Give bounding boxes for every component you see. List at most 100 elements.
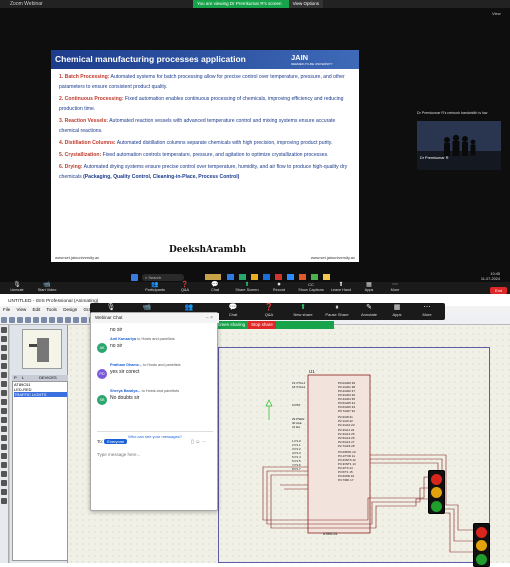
tool-icon[interactable] (57, 317, 63, 323)
presenter-video[interactable] (417, 121, 501, 170)
traffic-light-2[interactable] (473, 523, 490, 567)
webinar-chat-panel: Webinar Chat – × no sir Anil Kanzariya t… (90, 312, 219, 511)
view-options-button[interactable]: View Options (288, 0, 323, 8)
graph-tool-icon[interactable] (1, 408, 7, 414)
bus-tool-icon[interactable] (1, 372, 7, 378)
generator-tool-icon[interactable] (1, 426, 7, 432)
amber-lamp (431, 487, 442, 498)
search-label: Search (148, 275, 162, 280)
symbol-tool-icon[interactable] (1, 498, 7, 504)
tool-icon[interactable] (81, 317, 87, 323)
tool-icon[interactable] (25, 317, 31, 323)
chat-button[interactable]: 💬 Chat (200, 282, 230, 292)
probe-tool-icon[interactable] (1, 435, 7, 441)
menu-edit[interactable]: Edit (32, 307, 40, 312)
new-share-button[interactable]: ⬆ New share (286, 303, 320, 317)
app-icon[interactable] (239, 274, 246, 280)
traffic-light-preview (29, 338, 49, 362)
chat-message-input[interactable] (95, 448, 213, 460)
more-icon[interactable]: ⋯ (202, 439, 207, 445)
slide-item: 3. Reaction Vessels: Automated reaction … (59, 118, 336, 135)
junction-tool-icon[interactable] (1, 345, 7, 351)
tool-icon[interactable] (9, 317, 15, 323)
app-icon[interactable] (323, 274, 330, 280)
close-icon[interactable]: × (210, 315, 213, 321)
arc-tool-icon[interactable] (1, 480, 7, 486)
text-tool-icon[interactable] (1, 363, 7, 369)
app-icon[interactable] (287, 274, 294, 280)
terminal-tool-icon[interactable] (1, 390, 7, 396)
tool-icon[interactable] (17, 317, 23, 323)
leave-hand-button[interactable]: ⬆ Leave Hand (326, 282, 356, 292)
pin-tool-icon[interactable] (1, 399, 7, 405)
app-icon[interactable] (263, 274, 270, 280)
left-tool-strip (0, 325, 9, 563)
app-icon[interactable] (205, 274, 221, 280)
message-text: No doubts sir (110, 395, 140, 401)
chat-icon: 💬 (228, 304, 238, 311)
meeting-toolbar: 🎙 Unmute 📹 Start Video 👥 Participants ❓ Q&A … (0, 282, 510, 294)
box-tool-icon[interactable] (1, 462, 7, 468)
pick-devices-button[interactable]: P (14, 375, 17, 380)
stop-share-button[interactable]: Stop share (248, 321, 276, 329)
tool-icon[interactable] (65, 317, 71, 323)
tool-icon[interactable] (41, 317, 47, 323)
label-tool-icon[interactable] (1, 354, 7, 360)
menu-view[interactable]: View (17, 307, 27, 312)
line-tool-icon[interactable] (1, 453, 7, 459)
tool-icon[interactable] (33, 317, 39, 323)
minimize-icon[interactable]: – (206, 315, 209, 321)
end-button[interactable]: End (490, 287, 507, 294)
qa-button[interactable]: ❓ Q&A (252, 303, 286, 317)
tool-icon[interactable] (1, 317, 7, 323)
taskbar-search[interactable]: ⌕ Search (142, 274, 184, 281)
app-icon[interactable] (311, 274, 318, 280)
app-icon[interactable] (299, 274, 306, 280)
windows-start-icon[interactable] (131, 274, 138, 281)
clock[interactable]: 10:45 11-07-2024 (470, 272, 500, 281)
library-button[interactable]: L (22, 375, 24, 380)
start-video-button[interactable]: 📹Start Video (32, 282, 62, 292)
everyone-dropdown[interactable]: Everyone (104, 439, 128, 444)
apps-button[interactable]: ▦ Apps (380, 303, 414, 317)
tool-icon[interactable] (73, 317, 79, 323)
chat-button[interactable]: 💬 Chat (216, 303, 250, 317)
more-button[interactable]: ⋯ More (410, 303, 444, 317)
microphone-icon: 🎙 (106, 304, 116, 311)
app-icon[interactable] (275, 274, 282, 280)
red-lamp (431, 473, 442, 485)
menu-file[interactable]: File (3, 307, 10, 312)
captions-button[interactable]: CC Show Captions (296, 282, 326, 292)
search-icon: ⌕ (145, 275, 148, 280)
tool-icon[interactable] (49, 317, 55, 323)
menu-design[interactable]: Design (63, 307, 77, 312)
menu-tools[interactable]: Tools (46, 307, 57, 312)
emoji-icon[interactable]: ☺ (195, 439, 200, 445)
chip-left-pins: 19 XTAL1 18 XTAL2 9 RST 29 PSEN 30 ALE 31 EA 1… (292, 381, 332, 471)
pause-share-button[interactable]: ⏸ Pause Share (320, 303, 354, 317)
app-icon[interactable] (227, 274, 234, 280)
qa-button[interactable]: ❓ Q&A (170, 282, 200, 292)
circle-tool-icon[interactable] (1, 471, 7, 477)
message-text: no sir (110, 327, 123, 333)
view-button[interactable]: View (492, 11, 501, 16)
unmute-button[interactable]: 🎙 Unmute (2, 282, 32, 292)
red-lamp (476, 526, 487, 538)
chip-pin-right: P2.7/A15 28 (338, 443, 355, 448)
file-icon[interactable]: ▯ (191, 439, 194, 445)
record-button[interactable]: ⏺ Record (264, 282, 294, 292)
subcircuit-tool-icon[interactable] (1, 381, 7, 387)
path-tool-icon[interactable] (1, 489, 7, 495)
chat-title: Webinar Chat (91, 313, 219, 323)
traffic-light-1[interactable] (428, 470, 445, 514)
tape-tool-icon[interactable] (1, 417, 7, 423)
share-screen-button[interactable]: ⬆ Share Screen (232, 282, 262, 292)
select-tool-icon[interactable] (1, 327, 7, 333)
more-button[interactable]: ⋯ More (380, 282, 410, 292)
instrument-tool-icon[interactable] (1, 444, 7, 450)
participants-button[interactable]: 👥Participants (140, 282, 170, 292)
app-icon[interactable] (251, 274, 258, 280)
chat-tools: ▯ ☺ ⋯ (191, 439, 207, 445)
device-item-selected[interactable]: TRAFFIC LIGHTS (14, 392, 67, 397)
component-tool-icon[interactable] (1, 336, 7, 342)
